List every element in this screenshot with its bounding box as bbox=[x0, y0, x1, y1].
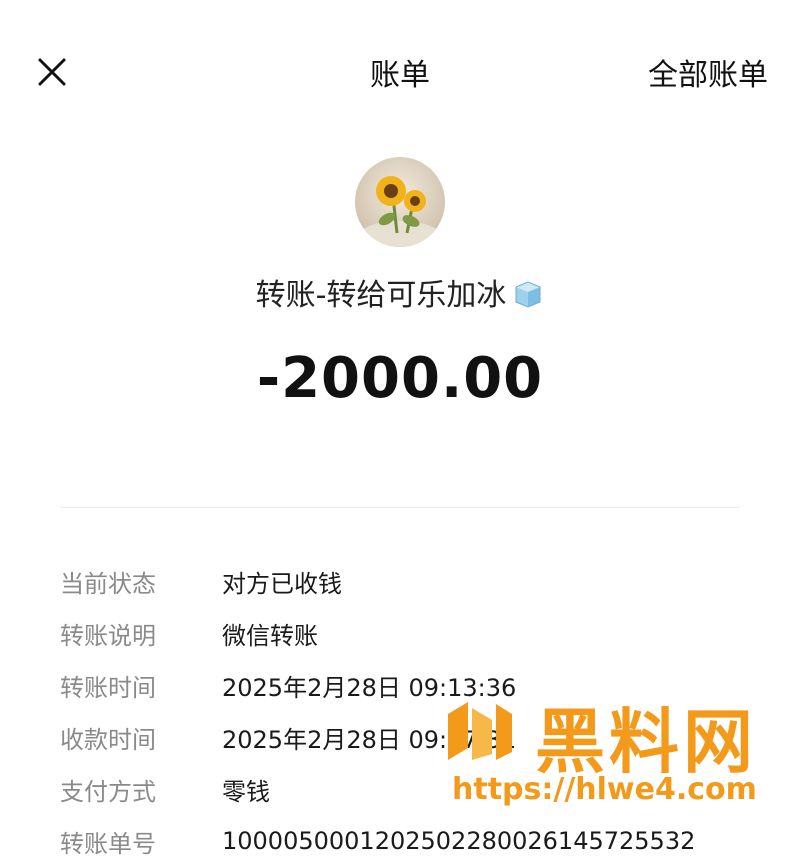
avatar[interactable] bbox=[355, 157, 445, 247]
detail-value: 2025年2月28日 09:13:36 bbox=[222, 673, 517, 702]
amount: -2000.00 bbox=[256, 346, 544, 411]
detail-row-payment-method: 支付方式 零钱 bbox=[60, 763, 760, 815]
sunflower-avatar-image bbox=[355, 157, 445, 247]
detail-label: 转账时间 bbox=[60, 673, 156, 702]
detail-label: 收款时间 bbox=[60, 725, 156, 754]
transfer-title: 转账-转给可乐加冰 bbox=[255, 278, 507, 313]
ice-cube-icon bbox=[515, 281, 541, 308]
detail-label: 转账说明 bbox=[60, 621, 156, 650]
detail-value: 2025年2月28日 09:17:31 bbox=[222, 725, 517, 754]
detail-label: 转账单号 bbox=[60, 829, 156, 858]
detail-row-transfer-time: 转账时间 2025年2月28日 09:13:36 bbox=[60, 659, 760, 711]
detail-list: 当前状态 对方已收钱 转账说明 微信转账 转账时间 2025年2月28日 09:… bbox=[60, 555, 760, 867]
all-bills-button[interactable]: 全部账单 bbox=[648, 50, 768, 94]
divider bbox=[60, 507, 740, 508]
detail-row-status: 当前状态 对方已收钱 bbox=[60, 555, 760, 607]
detail-label: 当前状态 bbox=[60, 569, 156, 598]
detail-value: 微信转账 bbox=[222, 621, 318, 650]
detail-value[interactable]: 1000050001202502280026145725532 bbox=[222, 827, 695, 855]
payee-row: 转账-转给可乐加冰 bbox=[0, 270, 800, 314]
detail-value: 零钱 bbox=[222, 777, 270, 806]
detail-row-note: 转账说明 微信转账 bbox=[60, 607, 760, 659]
detail-label: 支付方式 bbox=[60, 777, 156, 806]
detail-value: 对方已收钱 bbox=[222, 569, 342, 598]
detail-row-transaction-id: 转账单号 1000050001202502280026145725532 bbox=[60, 815, 760, 867]
top-bar: 账单 全部账单 bbox=[0, 0, 800, 140]
detail-row-receive-time: 收款时间 2025年2月28日 09:17:31 bbox=[60, 711, 760, 763]
